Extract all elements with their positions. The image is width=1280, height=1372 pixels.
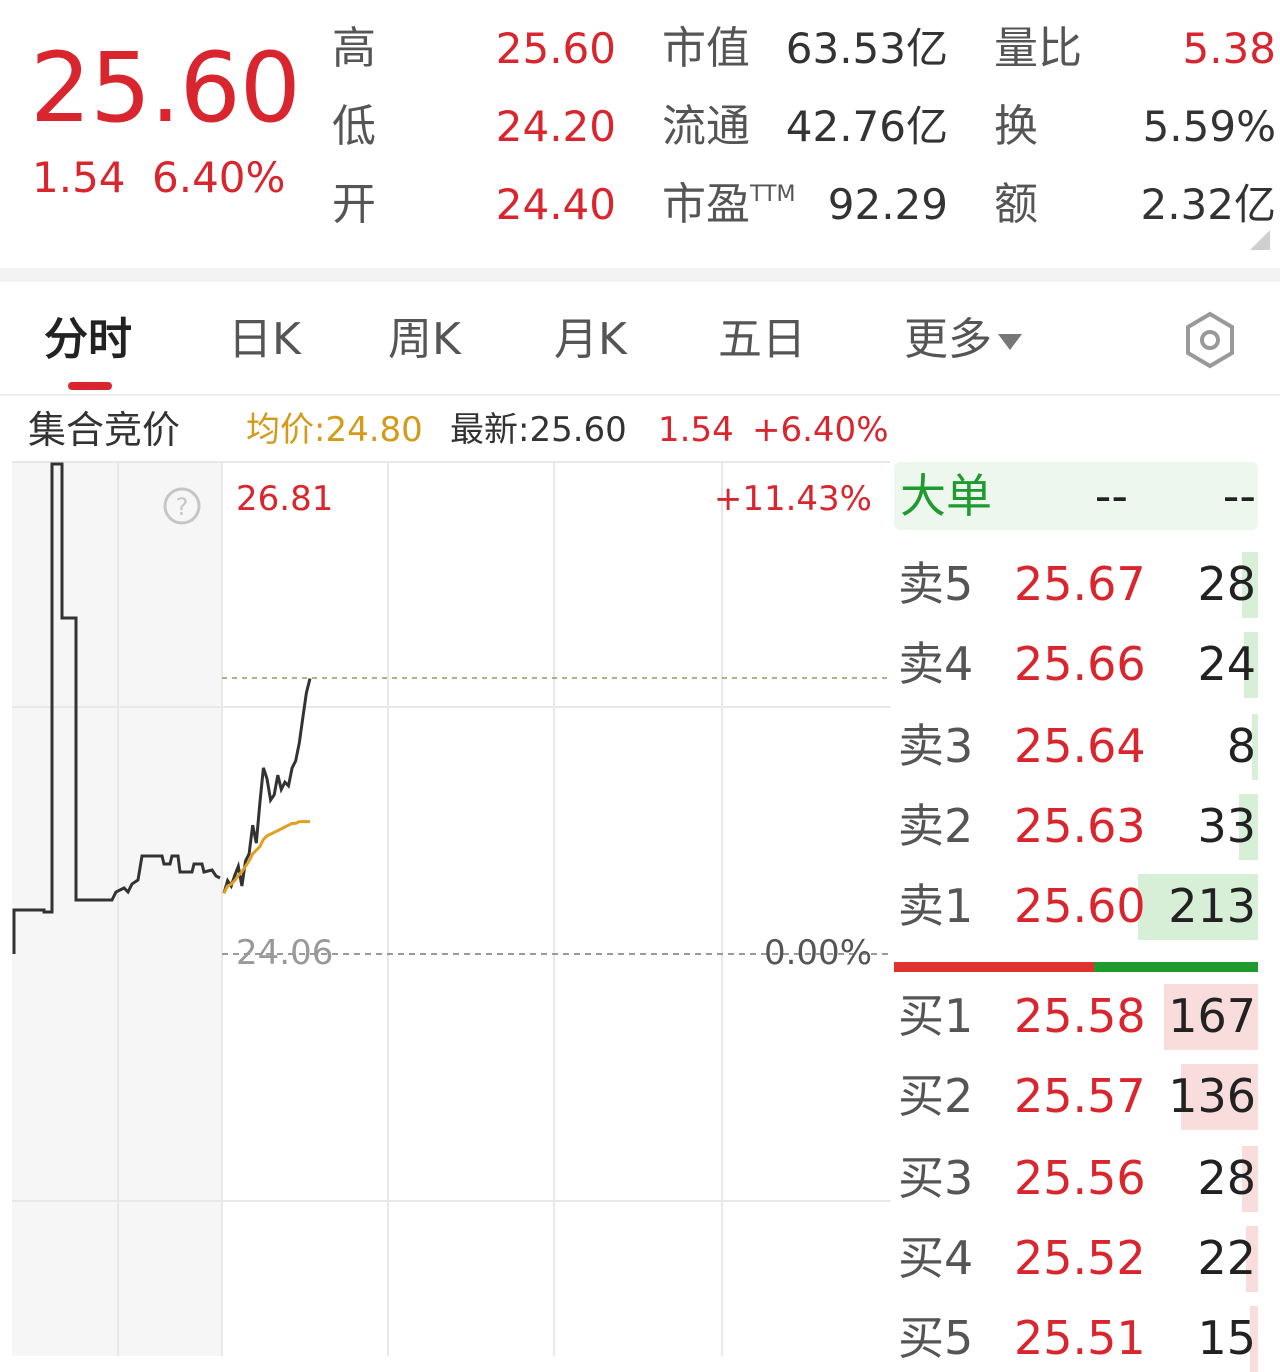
pe-label: 市盈TTM: [662, 180, 795, 230]
float-cap-label: 流通: [662, 101, 750, 152]
high-label: 高: [332, 23, 376, 74]
latest-price: 最新:25.60: [450, 410, 627, 450]
low-label: 低: [332, 101, 376, 152]
settings-icon[interactable]: [1180, 310, 1240, 370]
average-price: 均价:24.80: [246, 410, 423, 450]
tab-more-label: 更多: [904, 314, 992, 365]
ask-label: 卖4: [898, 637, 974, 691]
info-change-percent: +6.40%: [752, 410, 889, 450]
price-change-percent: 6.40%: [152, 153, 286, 202]
amount-label: 额: [994, 179, 1038, 230]
high-value: 25.60: [495, 24, 616, 73]
bid-label: 买1: [898, 989, 974, 1043]
bid-volume: 167: [1168, 989, 1256, 1043]
open-value: 24.40: [495, 180, 616, 229]
bid-price: 25.57: [1014, 1069, 1146, 1123]
turnover-value: 5.59%: [1142, 102, 1276, 151]
auction-label: 集合竞价: [28, 408, 181, 452]
tab-monthly-k[interactable]: 月K: [554, 310, 627, 370]
bid-label: 买3: [898, 1151, 974, 1205]
float-cap-value: 42.76亿: [785, 102, 948, 151]
bid-volume: 28: [1197, 1151, 1256, 1205]
intraday-chart[interactable]: 26.81 +11.43% 24.06 0.00%: [12, 460, 890, 1356]
sell-ratio-bar: [1094, 962, 1258, 972]
bid-label: 买5: [898, 1311, 974, 1365]
ask-price: 25.67: [1014, 557, 1146, 611]
tab-more[interactable]: 更多: [904, 310, 1022, 370]
ask-label: 卖5: [898, 557, 974, 611]
tab-weekly-k[interactable]: 周K: [388, 310, 461, 370]
ask-label: 卖2: [898, 799, 974, 853]
tab-daily-k[interactable]: 日K: [228, 310, 301, 370]
pe-value: 92.29: [827, 180, 948, 229]
section-divider: [0, 268, 1280, 282]
open-label: 开: [332, 179, 376, 230]
chart-base-percent: 0.00%: [764, 933, 872, 973]
price-line: [222, 678, 312, 894]
chart-top-percent: +11.43%: [714, 479, 872, 519]
volume-ratio-label: 量比: [994, 23, 1082, 74]
ask-price: 25.60: [1014, 879, 1146, 933]
big-order-value-2: --: [1222, 469, 1256, 523]
bid-label: 买2: [898, 1069, 974, 1123]
expand-corner-icon[interactable]: [1250, 230, 1270, 250]
ask-volume: 8: [1226, 719, 1256, 773]
big-order-label: 大单: [900, 469, 992, 523]
ask-volume: 33: [1197, 799, 1256, 853]
active-tab-indicator: [68, 382, 112, 390]
ask-label: 卖1: [898, 879, 974, 933]
chart-base-price: 24.06: [236, 933, 333, 973]
bid-volume: 136: [1168, 1069, 1256, 1123]
pe-ttm-superscript: TTM: [750, 182, 796, 207]
ask-label: 卖3: [898, 719, 974, 773]
turnover-label: 换: [994, 101, 1038, 152]
bid-volume: 22: [1197, 1231, 1256, 1285]
avg-line: [222, 820, 310, 894]
pe-label-text: 市盈: [662, 179, 750, 230]
buy-ratio-bar: [894, 962, 1094, 972]
tab-intraday[interactable]: 分时: [44, 310, 132, 370]
tab-five-day[interactable]: 五日: [718, 310, 806, 370]
svg-text:?: ?: [176, 493, 189, 521]
low-value: 24.20: [495, 102, 616, 151]
market-cap-value: 63.53亿: [785, 24, 948, 73]
ask-price: 25.64: [1014, 719, 1146, 773]
big-order-value-1: --: [1094, 469, 1128, 523]
price-change: 1.54: [32, 153, 126, 202]
ask-price: 25.63: [1014, 799, 1146, 853]
ask-volume: 28: [1197, 557, 1256, 611]
help-icon[interactable]: ?: [162, 486, 202, 526]
ask-price: 25.66: [1014, 637, 1146, 691]
ask-volume: 213: [1168, 879, 1256, 933]
bid-label: 买4: [898, 1231, 974, 1285]
chart-top-price: 26.81: [236, 479, 333, 519]
volume-ratio-value: 5.38: [1182, 24, 1276, 73]
ask-volume: 24: [1197, 637, 1256, 691]
bid-volume: 15: [1197, 1311, 1256, 1365]
amount-value: 2.32亿: [1140, 180, 1276, 229]
tabs-divider: [0, 394, 1280, 396]
bid-price: 25.58: [1014, 989, 1146, 1043]
bid-price: 25.51: [1014, 1311, 1146, 1365]
bid-price: 25.56: [1014, 1151, 1146, 1205]
current-price: 25.60: [30, 32, 301, 144]
dropdown-arrow-icon: [998, 334, 1022, 350]
bid-price: 25.52: [1014, 1231, 1146, 1285]
market-cap-label: 市值: [662, 23, 750, 74]
info-change: 1.54: [658, 410, 734, 450]
